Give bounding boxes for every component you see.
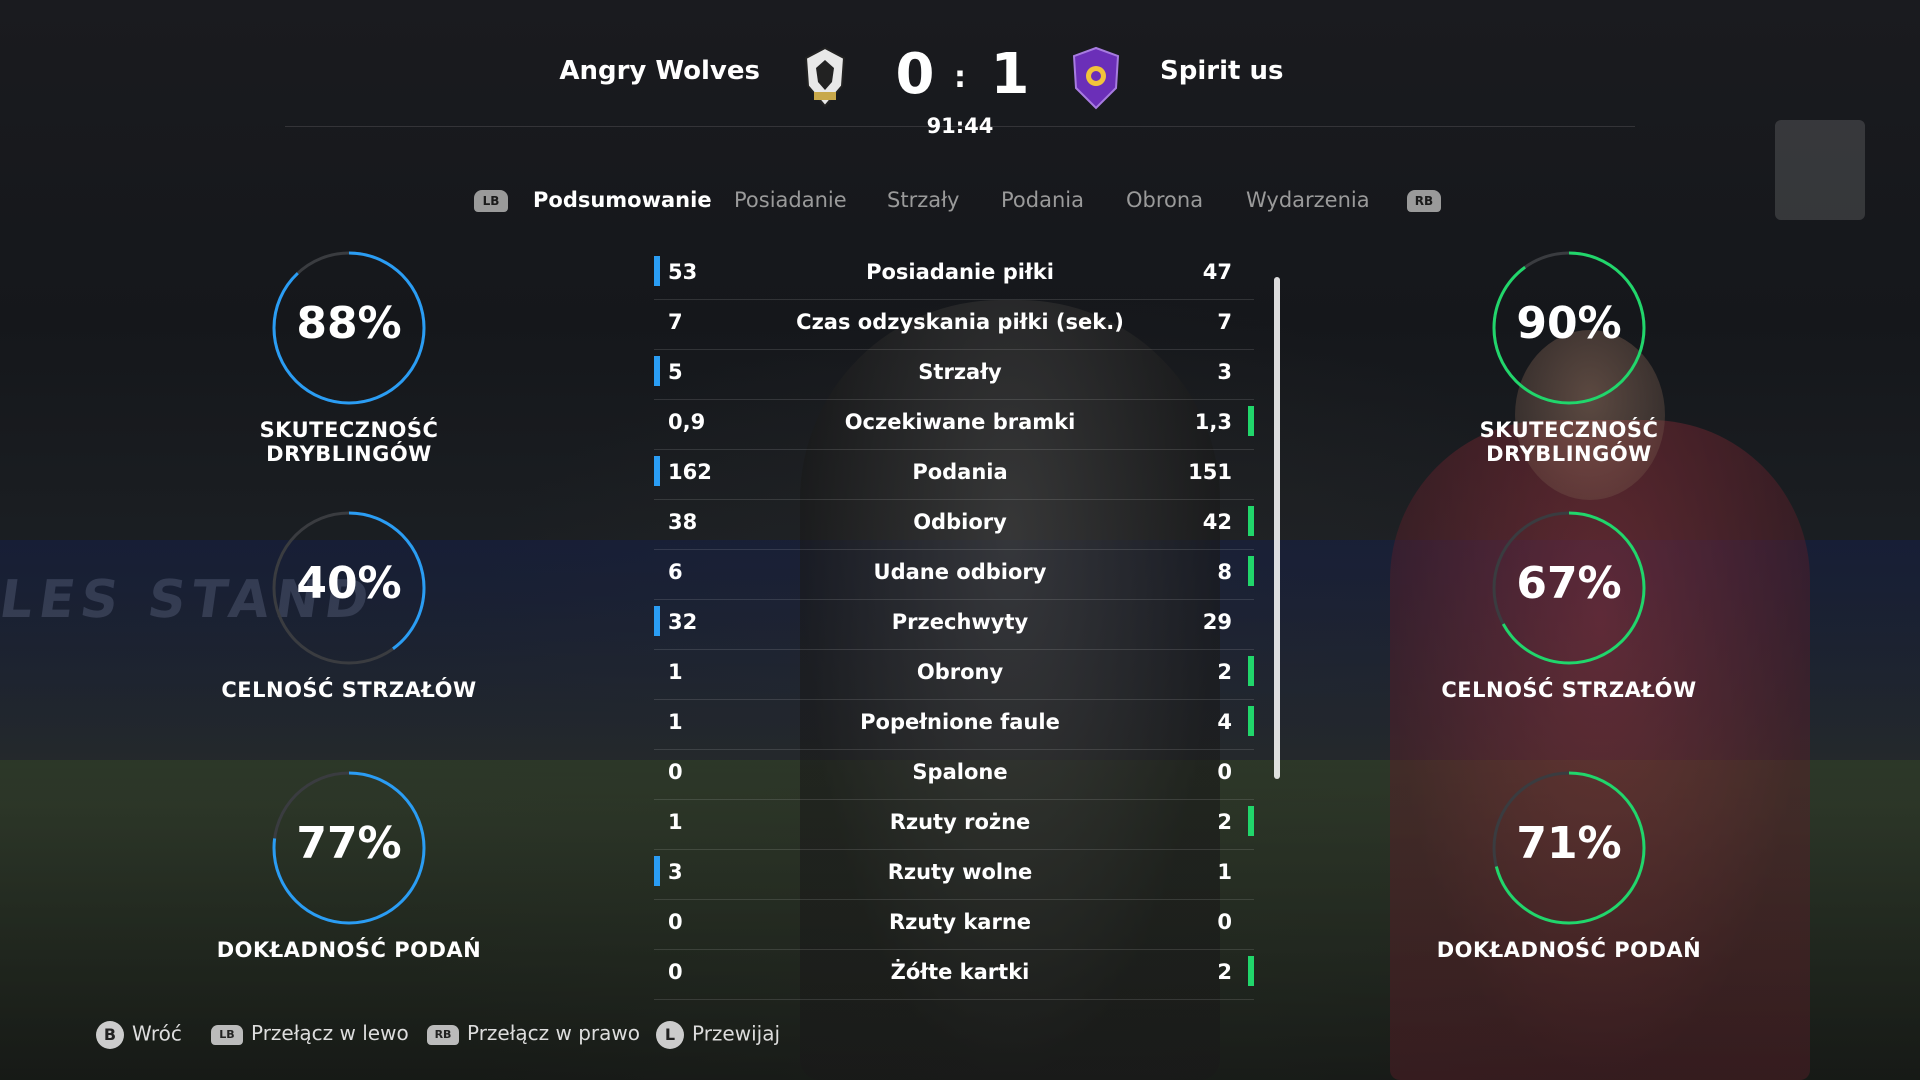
stat-label: Rzuty wolne <box>887 860 1033 884</box>
ring-label: DOKŁADNOŚĆ PODAŃ <box>1436 938 1702 962</box>
stat-away-value: 4 <box>1217 710 1232 734</box>
back-hint[interactable]: B Wróć <box>96 1021 182 1049</box>
stat-label: Podania <box>912 460 1008 484</box>
stat-label: Posiadanie piłki <box>866 260 1054 284</box>
stat-label: Rzuty rożne <box>889 810 1031 834</box>
left-stick-icon: L <box>656 1021 684 1049</box>
away-ring: 67% CELNOŚĆ STRZAŁÓW <box>1399 510 1739 702</box>
stat-away-value: 0 <box>1217 760 1232 784</box>
ring-percentage: 88% <box>296 298 402 349</box>
stat-row: 1 Rzuty rożne 2 <box>654 800 1254 850</box>
stat-row: 0 Spalone 0 <box>654 750 1254 800</box>
rb-button-icon: RB <box>427 1024 459 1045</box>
stat-label: Czas odzyskania piłki (sek.) <box>796 310 1124 334</box>
away-ring: 71% DOKŁADNOŚĆ PODAŃ <box>1399 770 1739 962</box>
stat-away-value: 0 <box>1217 910 1232 934</box>
ring-percentage: 77% <box>296 818 402 869</box>
stat-away-value: 3 <box>1217 360 1232 384</box>
home-score: 0 <box>895 42 935 107</box>
switch-right-label: Przełącz w prawo <box>467 1021 641 1045</box>
switch-left-label: Przełącz w lewo <box>251 1021 409 1045</box>
stat-away-value: 8 <box>1217 560 1232 584</box>
tab-podsumowanie[interactable]: Podsumowanie <box>533 188 712 212</box>
stat-label: Spalone <box>912 760 1008 784</box>
b-button-icon: B <box>96 1021 124 1049</box>
scroll-label: Przewijaj <box>692 1021 781 1046</box>
away-score: 1 <box>990 42 1030 107</box>
stat-row: 162 Podania 151 <box>654 450 1254 500</box>
stat-row: 7 Czas odzyskania piłki (sek.) 7 <box>654 300 1254 350</box>
stat-away-value: 1 <box>1217 860 1232 884</box>
stat-away-value: 2 <box>1217 660 1232 684</box>
away-ring: 90% SKUTECZNOŚĆ DRYBLINGÓW <box>1399 250 1739 466</box>
match-stats-table: 53 Posiadanie piłki 47 7 Czas odzyskania pił… <box>654 250 1254 1000</box>
tab-strzaly[interactable]: Strzały <box>887 188 960 212</box>
switch-left-hint[interactable]: LB Przełącz w lewo <box>211 1021 409 1045</box>
stat-label: Popełnione faule <box>860 710 1060 734</box>
stat-row: 5 Strzały 3 <box>654 350 1254 400</box>
home-ring: 77% DOKŁADNOŚĆ PODAŃ <box>179 770 519 962</box>
away-team-crest-icon <box>1072 46 1120 110</box>
stat-away-value: 2 <box>1217 960 1232 984</box>
stats-tab-bar: LB Podsumowanie Posiadanie Strzały Podan… <box>0 182 1920 222</box>
lb-button-icon: LB <box>211 1024 243 1045</box>
tab-posiadanie[interactable]: Posiadanie <box>734 188 847 212</box>
lb-bumper-icon[interactable]: LB <box>474 190 508 212</box>
stat-label: Rzuty karne <box>888 910 1032 934</box>
stat-label: Odbiory <box>913 510 1007 534</box>
stat-row: 38 Odbiory 42 <box>654 500 1254 550</box>
stat-row: 1 Popełnione faule 4 <box>654 700 1254 750</box>
stats-scrollbar[interactable] <box>1274 277 1280 779</box>
stat-row: 3 Rzuty wolne 1 <box>654 850 1254 900</box>
scroll-hint[interactable]: L Przewijaj <box>656 1021 780 1049</box>
stat-row: 0,9 Oczekiwane bramki 1,3 <box>654 400 1254 450</box>
back-label: Wróć <box>132 1021 182 1046</box>
stat-row: 0 Żółte kartki 2 <box>654 950 1254 1000</box>
home-team-name: Angry Wolves <box>559 56 760 86</box>
stat-away-value: 29 <box>1202 610 1232 634</box>
header-divider <box>285 126 1635 127</box>
stat-row: 32 Przechwyty 29 <box>654 600 1254 650</box>
home-ring: 88% SKUTECZNOŚĆ DRYBLINGÓW <box>179 250 519 466</box>
stat-label: Udane odbiory <box>873 560 1047 584</box>
ring-percentage: 71% <box>1516 818 1622 869</box>
stat-away-value: 7 <box>1217 310 1232 334</box>
tab-obrona[interactable]: Obrona <box>1126 188 1203 212</box>
stat-label: Obrony <box>916 660 1004 684</box>
stat-row: 6 Udane odbiory 8 <box>654 550 1254 600</box>
home-ring: 40% CELNOŚĆ STRZAŁÓW <box>179 510 519 702</box>
stat-row: 0 Rzuty karne 0 <box>654 900 1254 950</box>
ring-label: CELNOŚĆ STRZAŁÓW <box>1441 678 1697 702</box>
switch-right-hint[interactable]: RB Przełącz w prawo <box>427 1021 640 1045</box>
stat-label: Przechwyty <box>891 610 1029 634</box>
rb-bumper-icon[interactable]: RB <box>1407 190 1441 212</box>
ring-label: CELNOŚĆ STRZAŁÓW <box>221 678 477 702</box>
ring-label: SKUTECZNOŚĆ DRYBLINGÓW <box>259 418 439 466</box>
ring-label: SKUTECZNOŚĆ DRYBLINGÓW <box>1479 418 1659 466</box>
tab-wydarzenia[interactable]: Wydarzenia <box>1246 188 1370 212</box>
stat-away-value: 2 <box>1217 810 1232 834</box>
stat-away-value: 151 <box>1188 460 1232 484</box>
stat-row: 1 Obrony 2 <box>654 650 1254 700</box>
home-team-crest-icon <box>804 46 846 108</box>
stat-away-value: 47 <box>1202 260 1232 284</box>
stat-away-value: 1,3 <box>1194 410 1232 434</box>
stat-label: Strzały <box>918 360 1002 384</box>
ring-percentage: 90% <box>1516 298 1622 349</box>
stat-row: 53 Posiadanie piłki 47 <box>654 250 1254 300</box>
ring-label: DOKŁADNOŚĆ PODAŃ <box>216 938 482 962</box>
score-separator: : <box>954 60 966 95</box>
tab-podania[interactable]: Podania <box>1001 188 1084 212</box>
stat-away-value: 42 <box>1202 510 1232 534</box>
stat-label: Oczekiwane bramki <box>844 410 1076 434</box>
away-team-name: Spirit us <box>1160 56 1284 86</box>
ring-percentage: 40% <box>296 558 402 609</box>
ring-percentage: 67% <box>1516 558 1622 609</box>
stat-label: Żółte kartki <box>890 960 1030 984</box>
